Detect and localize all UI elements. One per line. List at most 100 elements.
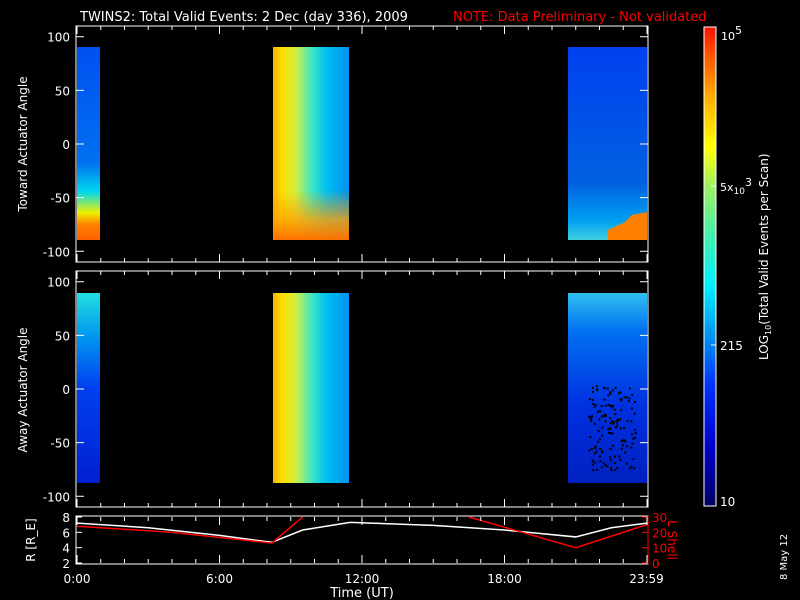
data-gap-speck <box>600 466 603 469</box>
data-gap-speck <box>590 448 593 451</box>
data-gap-speck <box>601 426 604 429</box>
toward-angle-panel: Toward Actuator Angle <box>16 25 649 263</box>
data-gap-speck <box>606 465 609 468</box>
colorbar-gradient <box>703 26 717 507</box>
data-gap-speck <box>588 449 591 452</box>
data-gap-speck <box>620 399 623 402</box>
data-gap-speck <box>622 439 625 442</box>
y-tick-label: -50 <box>50 192 70 206</box>
away-block-2 <box>273 293 349 483</box>
y-tick-label: -100 <box>43 490 70 504</box>
data-gap-speck <box>613 420 616 423</box>
data-gap-speck <box>619 427 622 430</box>
y-tick-label: 100 <box>47 31 70 45</box>
away-angle-panel: Away Actuator Angle <box>16 270 649 508</box>
data-gap-speck <box>596 388 599 391</box>
data-gap-speck <box>609 447 612 450</box>
preliminary-note: NOTE: Data Preliminary - Not validated <box>453 10 707 25</box>
data-gap-speck <box>634 436 637 439</box>
data-gap-speck <box>612 422 615 425</box>
data-gap-speck <box>620 447 623 450</box>
toward-block-3 <box>568 47 647 240</box>
lshell-line <box>468 516 648 549</box>
y-tick-label: -50 <box>50 437 70 451</box>
data-gap-speck <box>624 451 627 454</box>
data-gap-speck <box>597 429 600 432</box>
data-gap-speck <box>590 420 593 423</box>
x-tick-label: 6:00 <box>206 572 233 586</box>
data-gap-speck <box>614 469 617 472</box>
date-stamp: 8 May 12 <box>779 534 790 580</box>
data-gap-speck <box>633 412 636 415</box>
r-axis-label: R [R_E] <box>24 518 38 561</box>
data-gap-speck <box>620 439 623 442</box>
data-gap-speck <box>604 464 607 467</box>
data-gap-speck <box>595 450 598 453</box>
data-gap-speck <box>630 433 633 436</box>
data-gap-speck <box>596 440 599 443</box>
x-tick-label: 23:59 <box>629 572 664 586</box>
r-tick-label: 8 <box>62 511 70 525</box>
data-gap-speck <box>613 462 616 465</box>
data-gap-speck <box>594 445 597 448</box>
time-axis-label: Time (UT) <box>329 586 394 600</box>
data-gap-speck <box>600 405 603 408</box>
data-gap-speck <box>634 432 637 435</box>
data-gap-speck <box>608 431 611 434</box>
data-gap-speck <box>599 455 602 458</box>
y-tick-label: 50 <box>55 329 70 343</box>
data-gap-speck <box>628 397 631 400</box>
toward-ylabel: Toward Actuator Angle <box>16 76 30 212</box>
y-tick-label: 50 <box>55 84 70 98</box>
data-gap-speck <box>599 460 602 463</box>
away-ylabel: Away Actuator Angle <box>16 327 30 452</box>
r-tick-label: 4 <box>62 542 70 556</box>
data-gap-speck <box>594 452 597 455</box>
away-block-1 <box>77 293 100 483</box>
x-tick-label: 0:00 <box>64 572 91 586</box>
data-gap-speck <box>607 428 610 431</box>
data-gap-speck <box>592 398 595 401</box>
data-gap-speck <box>596 468 599 471</box>
data-gap-speck <box>603 398 606 401</box>
data-gap-speck <box>591 459 594 462</box>
data-gap-speck <box>633 401 636 404</box>
data-gap-speck <box>599 447 602 450</box>
data-gap-speck <box>594 404 597 407</box>
y-tick-label: -100 <box>43 245 70 259</box>
lshell-line <box>76 516 304 544</box>
data-gap-speck <box>631 407 634 410</box>
data-gap-speck <box>592 402 595 405</box>
data-gap-speck <box>628 387 631 390</box>
data-gap-speck <box>609 432 612 435</box>
data-gap-speck <box>591 390 594 393</box>
data-gap-speck <box>593 405 596 408</box>
data-gap-speck <box>610 469 613 472</box>
data-gap-speck <box>633 467 636 470</box>
r-tick-label: 2 <box>62 557 70 571</box>
data-gap-speck <box>604 404 607 407</box>
data-gap-speck <box>631 393 634 396</box>
data-gap-speck <box>606 387 609 390</box>
data-gap-speck <box>618 455 621 458</box>
orbit-panel: R [R_E] L Shell Time (UT) <box>24 515 679 600</box>
r-tick-label: 6 <box>62 526 70 540</box>
lshell-tick-label: 30 <box>652 511 667 525</box>
colorbar-tick-215: 215 <box>720 339 743 353</box>
data-gap-speck <box>616 467 619 470</box>
y-tick-label: 100 <box>47 276 70 290</box>
data-gap-speck <box>613 455 616 458</box>
data-gap-speck <box>630 420 633 423</box>
data-gap-speck <box>609 456 612 459</box>
data-gap-speck <box>589 418 592 421</box>
data-gap-speck <box>610 467 613 470</box>
data-gap-speck <box>609 422 612 425</box>
data-gap-speck <box>604 413 607 416</box>
data-gap-speck <box>609 459 612 462</box>
data-gap-speck <box>593 422 596 425</box>
data-gap-speck <box>611 389 614 392</box>
plot-title: TWINS2: Total Valid Events: 2 Dec (day 3… <box>79 10 408 25</box>
data-gap-speck <box>589 398 592 401</box>
data-gap-speck <box>616 422 619 425</box>
data-gap-speck <box>591 463 594 466</box>
